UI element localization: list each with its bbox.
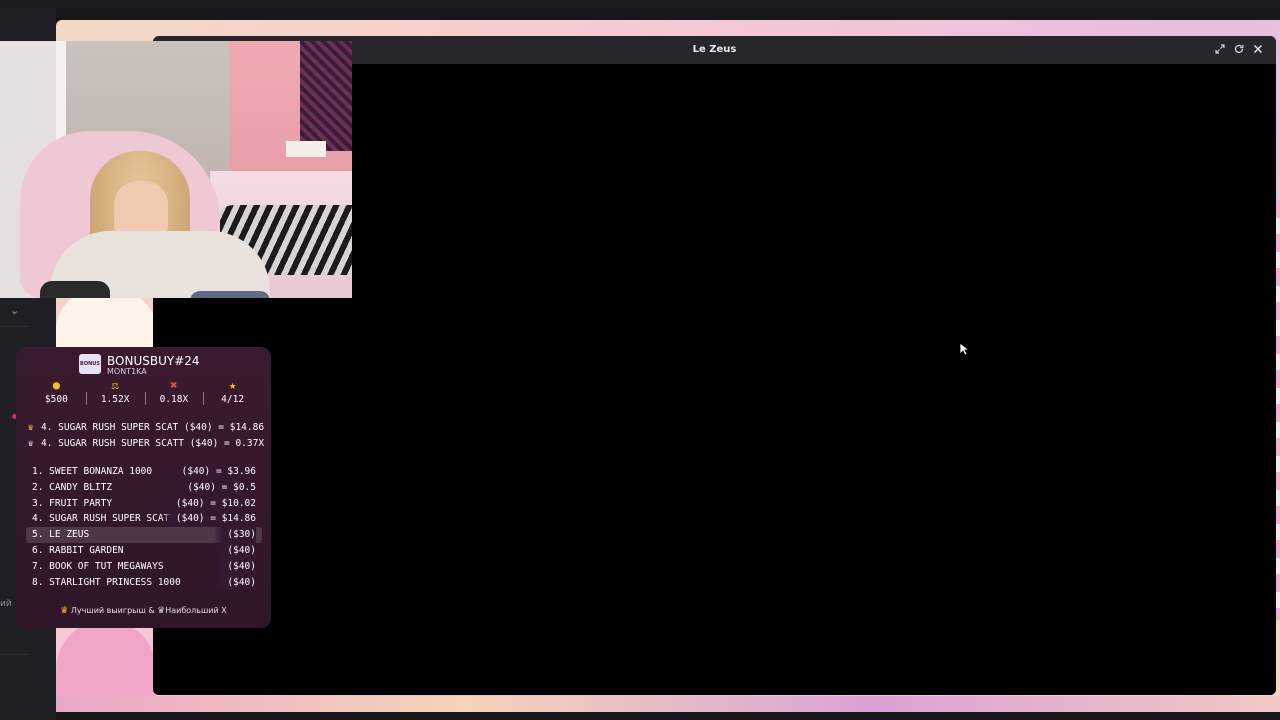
top-bar bbox=[0, 0, 1280, 8]
star-icon: ★ bbox=[229, 378, 237, 392]
stat-value: 0.18X bbox=[159, 394, 189, 405]
cross-icon: ✖ bbox=[170, 378, 178, 392]
list-item: 3. FRUIT PARTY ($40) = $10.02 bbox=[26, 495, 262, 512]
mouse-cursor-icon bbox=[959, 342, 969, 356]
list-item-amount: ($40) = $3.96 bbox=[167, 464, 256, 480]
panel-header: BONUS BONUSBUY#24 MONT1KA bbox=[16, 347, 271, 379]
list-item-name: 8. STARLIGHT PRINCESS 1000 bbox=[32, 576, 181, 588]
list-item-name: 5. LE ZEUS bbox=[32, 529, 90, 541]
webcam-microphone bbox=[40, 281, 110, 298]
webcam-decor bbox=[300, 41, 352, 151]
list-item-amount: ($40) bbox=[213, 574, 256, 591]
list-item-amount: ($30) bbox=[213, 527, 256, 543]
list-item: 4. SUGAR RUSH SUPER SCATT ($40) = $14.86 bbox=[26, 511, 262, 528]
list-item-amount: ($40) bbox=[213, 542, 256, 559]
best-result-text: 4. SUGAR RUSH SUPER SCATT ($40) = 0.37X bbox=[41, 438, 265, 449]
list-item-name: 3. FRUIT PARTY bbox=[32, 497, 113, 509]
list-item-amount: ($40) = $10.02 bbox=[161, 495, 256, 512]
crown-icon: ♛ bbox=[28, 423, 34, 433]
panel-footer: ♛ Лучший выигрыш & ♛Наибольший X bbox=[16, 606, 271, 616]
bonus-buy-panel: BONUS BONUSBUY#24 MONT1KA ● $500 ⚖ 1.52X ✖ 0.… bbox=[16, 347, 271, 628]
webcam-feed bbox=[0, 41, 352, 298]
scales-icon: ⚖ bbox=[111, 378, 119, 392]
list-item-name: 1. SWEET BONANZA 1000 bbox=[32, 466, 153, 477]
footer-best-label: Лучший выигрыш & bbox=[70, 606, 155, 615]
stat-value: $500 bbox=[44, 394, 68, 405]
list-item: 8. STARLIGHT PRINCESS 1000 ($40) bbox=[26, 574, 262, 591]
divider bbox=[0, 654, 28, 655]
list-item-name: 6. RABBIT GARDEN bbox=[32, 544, 124, 556]
best-result-row: ♛ 4. SUGAR RUSH SUPER SCAT ($40) = $14.86 bbox=[28, 420, 265, 436]
list-item-name: 7. BOOK OF TUT MEGAWAYS bbox=[32, 560, 164, 572]
bonus-list: 1. SWEET BONANZA 1000 ($40) = $3.96 2. CAN… bbox=[26, 464, 262, 591]
stat-value: 1.52X bbox=[100, 394, 130, 405]
list-item-amount: ($40) = $14.86 bbox=[161, 511, 256, 528]
stat-item: ✖ 0.18X bbox=[144, 378, 204, 408]
chevron-down-icon[interactable]: ⌄ bbox=[10, 304, 19, 317]
stat-item: ★ 4/12 bbox=[203, 378, 262, 408]
close-icon[interactable] bbox=[1250, 42, 1266, 58]
list-item: 2. CANDY BLITZ ($40) = $0.5 bbox=[26, 479, 262, 496]
crown-icon: ♛ bbox=[60, 606, 69, 616]
list-item: 7. BOOK OF TUT MEGAWAYS ($40) bbox=[26, 558, 262, 575]
best-results: ♛ 4. SUGAR RUSH SUPER SCAT ($40) = $14.86… bbox=[28, 420, 265, 452]
list-item: 5. LE ZEUS ($30) bbox=[26, 527, 262, 543]
footer-biggest-label: Наибольший X bbox=[165, 606, 227, 615]
best-result-row: ♛ 4. SUGAR RUSH SUPER SCATT ($40) = 0.37X bbox=[28, 436, 265, 452]
stat-item: ● $500 bbox=[27, 378, 86, 408]
best-result-text: 4. SUGAR RUSH SUPER SCAT ($40) = $14.86 bbox=[41, 422, 265, 433]
list-item-amount: ($40) bbox=[213, 558, 256, 575]
art-bottom-strip bbox=[56, 696, 1280, 712]
panel-stats: ● $500 ⚖ 1.52X ✖ 0.18X ★ 4/12 bbox=[27, 378, 262, 408]
stat-item: ⚖ 1.52X bbox=[85, 378, 145, 408]
list-item: 1. SWEET BONANZA 1000 ($40) = $3.96 bbox=[26, 464, 262, 480]
list-item: 6. RABBIT GARDEN ($40) bbox=[26, 542, 262, 559]
panel-subtitle: MONT1KA bbox=[107, 367, 147, 376]
list-item-amount: ($40) = $0.5 bbox=[173, 479, 256, 496]
list-item-name: 2. CANDY BLITZ bbox=[32, 481, 113, 493]
webcam-shelf bbox=[286, 141, 326, 157]
webcam-person-jeans bbox=[190, 291, 270, 298]
reload-icon[interactable] bbox=[1231, 42, 1247, 58]
stat-value: 4/12 bbox=[221, 394, 245, 405]
crown-icon: ♛ bbox=[28, 439, 34, 449]
bonus-logo: BONUS bbox=[79, 354, 101, 374]
coin-icon: ● bbox=[52, 378, 60, 392]
panel-title: BONUSBUY#24 bbox=[107, 354, 200, 368]
divider bbox=[0, 326, 28, 327]
list-item-name: 4. SUGAR RUSH SUPER SCATT bbox=[32, 513, 175, 525]
crown-icon: ♛ bbox=[157, 606, 166, 616]
expand-icon[interactable] bbox=[1212, 42, 1228, 58]
